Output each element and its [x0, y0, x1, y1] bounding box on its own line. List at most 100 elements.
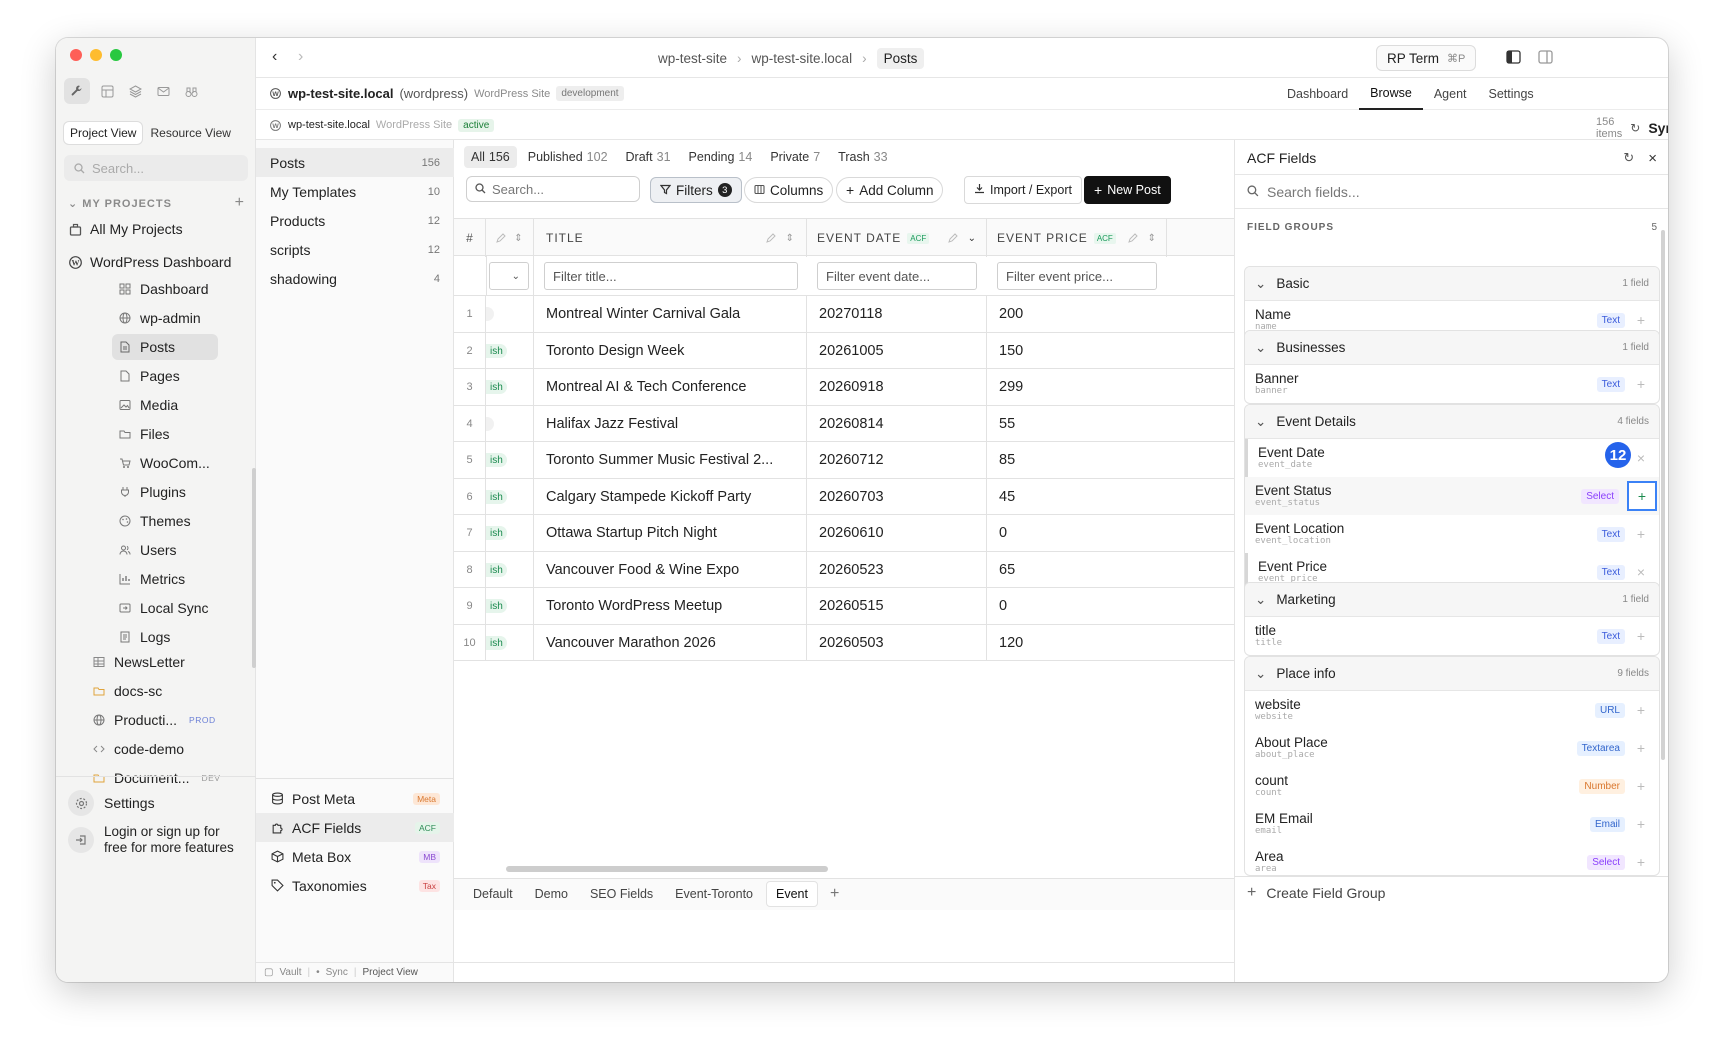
- table-row[interactable]: 10 ish Vancouver Marathon 2026 20260503 120: [454, 624, 1234, 661]
- columns-button[interactable]: Columns: [744, 177, 834, 203]
- add-tab-icon[interactable]: +: [822, 885, 847, 903]
- price-filter-input[interactable]: Filter event price...: [997, 262, 1157, 290]
- close-window-button[interactable]: [70, 49, 82, 61]
- sidebar-item-pages[interactable]: Pages: [118, 363, 180, 389]
- toggle-right-panel-icon[interactable]: [1538, 50, 1553, 67]
- bottom-tab-demo[interactable]: Demo: [526, 881, 577, 907]
- sidebar-item-dashboard[interactable]: Dashboard: [118, 276, 209, 302]
- title-filter-input[interactable]: Filter title...: [544, 262, 798, 290]
- status-tab-all[interactable]: All 156: [464, 146, 517, 168]
- project-item[interactable]: docs-sc: [92, 678, 242, 704]
- col-status-header[interactable]: ⇕: [486, 219, 534, 257]
- acf-scrollbar[interactable]: [1661, 230, 1665, 760]
- status-tab-private[interactable]: Private 7: [763, 146, 827, 168]
- toggle-left-panel-icon[interactable]: [1506, 50, 1521, 67]
- chevron-down-icon[interactable]: ⌄: [968, 233, 976, 244]
- status-tab-published[interactable]: Published 102: [521, 146, 615, 168]
- sort-icon[interactable]: ⇕: [786, 233, 794, 244]
- chevron-down-icon[interactable]: ⌄: [68, 198, 82, 210]
- add-project-icon[interactable]: +: [235, 194, 244, 212]
- sidebar-item-wp-admin[interactable]: wp-admin: [118, 305, 201, 331]
- view-item[interactable]: Posts 156: [256, 148, 454, 177]
- add-field-icon[interactable]: +: [1633, 702, 1649, 718]
- add-field-icon[interactable]: +: [1633, 312, 1649, 328]
- breadcrumb-current[interactable]: Posts: [876, 47, 925, 69]
- pencil-icon[interactable]: [1127, 231, 1138, 246]
- nav-tab-agent[interactable]: Agent: [1423, 78, 1478, 110]
- view-item[interactable]: My Templates 10: [256, 177, 454, 206]
- nav-tab-dashboard[interactable]: Dashboard: [1276, 78, 1359, 110]
- field-row[interactable]: About Place about_place Textarea +: [1245, 729, 1659, 767]
- field-row[interactable]: Area area Select +: [1245, 843, 1659, 875]
- field-group-header[interactable]: ⌄ Place info 9 fields: [1245, 657, 1659, 691]
- sidebar-item-users[interactable]: Users: [118, 537, 177, 563]
- sidebar-item-plugins[interactable]: Plugins: [118, 479, 186, 505]
- remove-field-icon[interactable]: ×: [1633, 564, 1649, 580]
- back-arrow-icon[interactable]: ‹: [272, 48, 277, 66]
- status-tab-draft[interactable]: Draft 31: [619, 146, 678, 168]
- pencil-icon[interactable]: [947, 231, 958, 246]
- table-row[interactable]: 4 Halifax Jazz Festival 20260814 55: [454, 405, 1234, 442]
- add-field-icon[interactable]: +: [1633, 740, 1649, 756]
- rp-term-button[interactable]: RP Term ⌘P: [1376, 45, 1477, 71]
- add-field-icon[interactable]: +: [1633, 526, 1649, 542]
- filters-button[interactable]: Filters 3: [650, 177, 742, 203]
- field-row[interactable]: count count Number +: [1245, 767, 1659, 805]
- field-row[interactable]: website website URL +: [1245, 691, 1659, 729]
- pencil-icon[interactable]: [765, 231, 776, 246]
- sync-status[interactable]: Sync: [326, 967, 348, 978]
- panel-item-meta-box[interactable]: Meta Box MB: [256, 842, 454, 871]
- project-item[interactable]: Document... DEV: [92, 765, 242, 791]
- create-field-group-button[interactable]: + Create Field Group: [1247, 884, 1385, 902]
- settings-item[interactable]: Settings: [68, 790, 155, 816]
- add-field-icon[interactable]: +: [1627, 481, 1657, 511]
- status-tab-trash[interactable]: Trash 33: [831, 146, 894, 168]
- minimize-window-button[interactable]: [90, 49, 102, 61]
- layout-icon[interactable]: [96, 78, 118, 104]
- horizontal-scrollbar[interactable]: [506, 866, 828, 872]
- nav-tab-browse[interactable]: Browse: [1359, 78, 1423, 110]
- table-row[interactable]: 7 ish Ottawa Startup Pitch Night 20260610 0: [454, 515, 1234, 552]
- add-field-icon[interactable]: +: [1633, 854, 1649, 870]
- date-filter-input[interactable]: Filter event date...: [817, 262, 977, 290]
- forward-arrow-icon[interactable]: ›: [298, 48, 303, 66]
- sidebar-item-files[interactable]: Files: [118, 421, 170, 447]
- sidebar-search-input[interactable]: Search...: [92, 161, 144, 176]
- field-row[interactable]: Banner banner Text +: [1245, 365, 1659, 403]
- bottom-tab-seo-fields[interactable]: SEO Fields: [581, 881, 662, 907]
- maximize-window-button[interactable]: [110, 49, 122, 61]
- table-row[interactable]: 8 ish Vancouver Food & Wine Expo 20260523 65: [454, 551, 1234, 588]
- bottom-tab-event[interactable]: Event: [766, 881, 818, 907]
- add-field-icon[interactable]: +: [1633, 376, 1649, 392]
- breadcrumb-domain[interactable]: wp-test-site.local: [752, 51, 853, 66]
- posts-search[interactable]: Search...: [466, 176, 640, 202]
- field-row[interactable]: EM Email email Email +: [1245, 805, 1659, 843]
- project-item[interactable]: Producti... PROD: [92, 707, 242, 733]
- project-item[interactable]: NewsLetter: [92, 649, 242, 675]
- all-projects-item[interactable]: All My Projects: [68, 216, 183, 242]
- panel-item-taxonomies[interactable]: Taxonomies Tax: [256, 871, 454, 900]
- sync-button[interactable]: Sync: [1648, 120, 1668, 136]
- layers-icon[interactable]: [124, 78, 146, 104]
- add-field-icon[interactable]: +: [1633, 628, 1649, 644]
- panel-item-acf-fields[interactable]: ACF Fields ACF: [256, 813, 454, 842]
- project-view-tab[interactable]: Project View: [64, 122, 143, 144]
- field-group-header[interactable]: ⌄ Event Details 4 fields: [1245, 405, 1659, 439]
- nav-tab-settings[interactable]: Settings: [1478, 78, 1545, 110]
- col-event-date-header[interactable]: EVENT DATE ACF ⌄: [807, 219, 987, 257]
- sort-icon[interactable]: ⇕: [514, 233, 522, 244]
- vault-status[interactable]: Vault: [279, 967, 301, 978]
- table-row[interactable]: 6 ish Calgary Stampede Kickoff Party 202607…: [454, 478, 1234, 515]
- table-row[interactable]: 5 ish Toronto Summer Music Festival 2... 20…: [454, 442, 1234, 479]
- table-row[interactable]: 3 ish Montreal AI & Tech Conference 2026091…: [454, 369, 1234, 406]
- field-row[interactable]: Event Status event_status Select +: [1245, 477, 1659, 515]
- table-row[interactable]: 9 ish Toronto WordPress Meetup 20260515 0: [454, 588, 1234, 625]
- sort-icon[interactable]: ⇕: [1148, 233, 1156, 244]
- wrench-icon[interactable]: [64, 78, 90, 104]
- login-prompt[interactable]: Login or sign up for free for more featu…: [68, 824, 244, 856]
- sidebar-item-themes[interactable]: Themes: [118, 508, 191, 534]
- view-item[interactable]: Products 12: [256, 206, 454, 235]
- col-title-header[interactable]: TITLE ⇕: [534, 219, 807, 257]
- field-group-header[interactable]: ⌄ Businesses 1 field: [1245, 331, 1659, 365]
- new-post-button[interactable]: + New Post: [1084, 176, 1171, 204]
